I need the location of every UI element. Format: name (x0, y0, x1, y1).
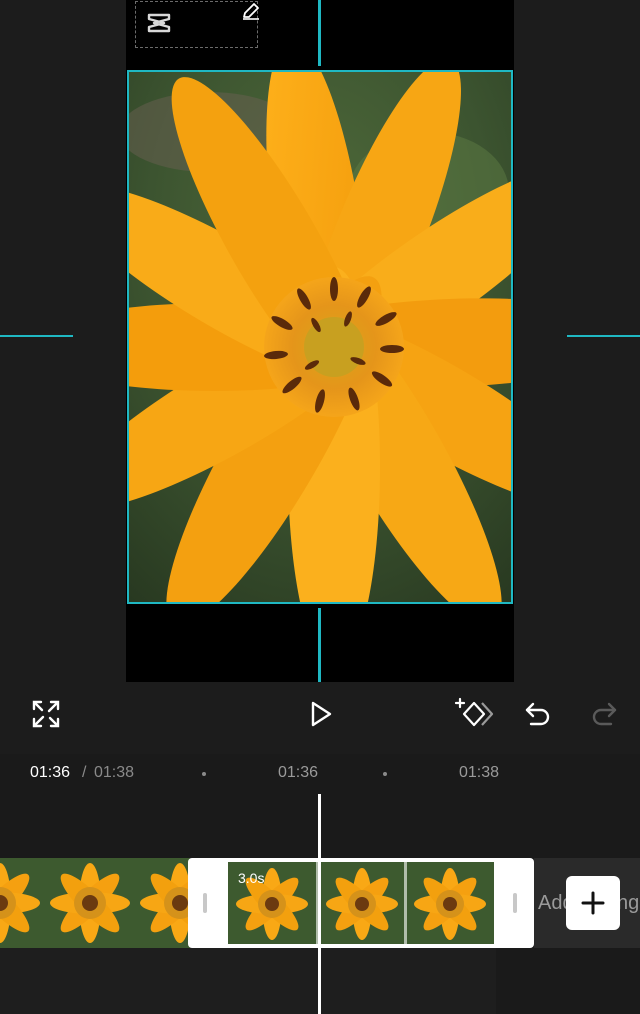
video-editor: 01:36 / 01:38 01:36 01:38 3.0s Add (0, 0, 640, 1014)
timeline[interactable]: 01:36 / 01:38 01:36 01:38 3.0s Add (0, 754, 640, 1014)
play-icon (311, 701, 332, 727)
undo-button[interactable] (516, 692, 560, 736)
time-ruler: 01:36 / 01:38 01:36 01:38 (0, 764, 640, 784)
ruler-dot (383, 772, 387, 776)
clip-duration-badge: 3.0s (238, 870, 265, 886)
capcut-logo-icon (147, 13, 171, 33)
empty-track-area (0, 948, 496, 1014)
clip-thumbnail (135, 858, 190, 948)
redo-button[interactable] (582, 692, 626, 736)
trim-handle-left[interactable] (203, 893, 207, 913)
add-keyframe-icon (454, 697, 494, 727)
flower-image (129, 72, 511, 602)
center-guide-left (0, 335, 73, 337)
total-time: 01:38 (94, 764, 135, 781)
fullscreen-icon (32, 700, 60, 728)
playback-toolbar (0, 682, 640, 754)
time-separator: / (82, 764, 87, 781)
add-keyframe-button[interactable] (452, 692, 496, 736)
center-guide-top (318, 0, 321, 66)
trim-handle-right[interactable] (513, 893, 517, 913)
fullscreen-button[interactable] (24, 692, 68, 736)
add-clip-button[interactable] (566, 876, 620, 930)
ruler-tick-label: 01:36 (278, 764, 319, 781)
pencil-icon[interactable] (240, 0, 262, 22)
plus-icon (581, 891, 605, 915)
clip-thumbnail (0, 858, 45, 948)
ruler-tick-label: 01:38 (459, 764, 500, 781)
redo-icon (592, 702, 617, 726)
center-guide-right (567, 335, 640, 337)
previous-clip[interactable] (0, 858, 190, 948)
clip-thumbnail (45, 858, 135, 948)
center-guide-bottom (318, 608, 321, 682)
play-button[interactable] (298, 692, 342, 736)
preview-photo[interactable] (127, 70, 513, 604)
current-time: 01:36 (30, 764, 71, 781)
playhead[interactable] (318, 794, 321, 1014)
preview-area (0, 0, 640, 682)
ruler-dot (202, 772, 206, 776)
undo-icon (525, 702, 550, 726)
selected-clip-frames (228, 862, 494, 944)
